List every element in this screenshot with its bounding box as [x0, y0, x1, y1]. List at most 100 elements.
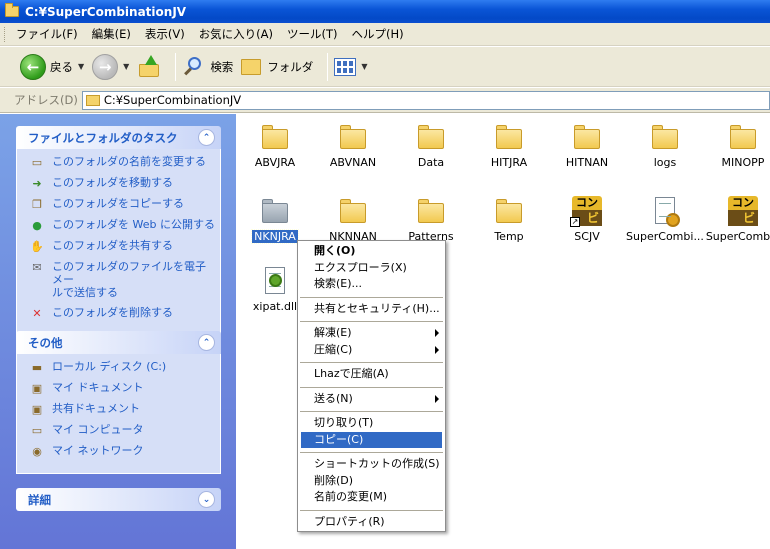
link-label: このフォルダの名前を変更する [52, 155, 206, 168]
views-dropdown-icon[interactable]: ▼ [361, 62, 367, 71]
menu-view[interactable]: 表示(V) [145, 26, 185, 42]
file-name: MINOPP [721, 156, 765, 169]
context-menu-item[interactable]: エクスプローラ(X) [298, 260, 445, 277]
settings-file-icon [650, 196, 680, 227]
file-item[interactable]: ABVJRA [236, 122, 314, 169]
shared-documents-icon: ▣ [31, 402, 43, 416]
menu-favorites[interactable]: お気に入り(A) [199, 26, 273, 42]
local-disk-icon: ▬ [31, 360, 43, 374]
task-link[interactable]: ● このフォルダを Web に公開する [29, 218, 216, 232]
back-dropdown-icon[interactable]: ▼ [78, 62, 84, 71]
file-item[interactable]: NKNNAN [314, 196, 392, 243]
context-menu-item[interactable]: コピー(C) [301, 431, 442, 448]
file-item[interactable]: SuperCombi... [626, 196, 704, 243]
other-places-panel: その他 ⌃ ▬ ローカル ディスク (C:) ▣ マイ ドキュメント ▣ 共有ドキュメント… [16, 331, 221, 474]
file-item[interactable]: ABVNAN [314, 122, 392, 169]
file-item[interactable]: Patterns [392, 196, 470, 243]
menu-item-label: 名前の変更(M) [314, 490, 388, 503]
file-item[interactable]: Temp [470, 196, 548, 243]
folder-icon [728, 122, 758, 152]
toolbar-separator [175, 52, 177, 81]
file-folder-tasks-header[interactable]: ファイルとフォルダのタスク ⌃ [16, 126, 221, 149]
menu-file[interactable]: ファイル(F) [16, 26, 78, 42]
context-menu-item[interactable]: 検索(E)... [298, 276, 445, 293]
task-pane: ファイルとフォルダのタスク ⌃ ▭ このフォルダの名前を変更する ➜ このフォルダを移… [0, 114, 236, 549]
folder-icon [5, 3, 19, 17]
folders-icon [241, 58, 262, 75]
menu-item-label: プロパティ(R) [314, 514, 385, 528]
menu-tools[interactable]: ツール(T) [287, 26, 338, 42]
file-item[interactable]: MINOPP [704, 122, 770, 169]
forward-button[interactable]: → ▼ [92, 53, 129, 80]
menu-separator [300, 362, 443, 363]
file-item[interactable]: コンビ ↗ SCJV [548, 196, 626, 243]
other-place-link[interactable]: ▬ ローカル ディスク (C:) [29, 360, 216, 374]
back-button[interactable]: ← 戻る ▼ [20, 53, 84, 80]
up-folder-button[interactable] [137, 54, 161, 79]
menu-help[interactable]: ヘルプ(H) [352, 26, 404, 42]
collapse-chevron-icon[interactable]: ⌃ [198, 129, 215, 146]
link-label: このフォルダを Web に公開する [52, 218, 215, 231]
file-name: SuperCombi... [626, 230, 704, 243]
other-place-link[interactable]: ▣ マイ ドキュメント [29, 381, 216, 395]
details-header[interactable]: 詳細 ⌄ [16, 488, 221, 511]
menu-item-label: 検索(E)... [314, 277, 363, 290]
file-item[interactable]: コンビ SuperCombin [704, 196, 770, 243]
menu-item-label: 共有とセキュリティ(H)... [314, 301, 440, 315]
task-link[interactable]: ✕ このフォルダを削除する [29, 306, 216, 320]
file-name: xipat.dll [252, 300, 298, 313]
folder-icon [260, 122, 290, 152]
search-button[interactable]: 検索 [182, 56, 233, 78]
views-button[interactable]: ▼ [334, 57, 367, 76]
address-input[interactable]: C:¥SuperCombinationJV [81, 90, 770, 110]
file-item[interactable]: logs [626, 122, 704, 169]
file-item[interactable]: HITJRA [470, 122, 548, 169]
menu-item-label: 開く(O) [314, 244, 356, 257]
context-menu-item[interactable]: 開く(O) [298, 243, 445, 260]
other-places-header[interactable]: その他 ⌃ [16, 331, 221, 354]
search-label: 検索 [210, 59, 234, 74]
context-menu-item[interactable]: 共有とセキュリティ(H)... [298, 301, 445, 318]
context-menu-item[interactable]: ショートカットの作成(S) [298, 456, 445, 473]
app-icon-text: コン [728, 196, 758, 210]
context-menu-item[interactable]: 圧縮(C) [298, 342, 445, 359]
file-name: NKNJRA [251, 229, 299, 244]
expand-chevron-icon[interactable]: ⌄ [198, 491, 215, 508]
link-label: ローカル ディスク (C:) [52, 360, 167, 373]
task-link[interactable]: ✉ このフォルダのファイルを電子メー ルで送信する [29, 260, 216, 299]
collapse-chevron-icon[interactable]: ⌃ [198, 334, 215, 351]
context-menu-item[interactable]: Lhazで圧縮(A) [298, 366, 445, 383]
file-name: Temp [494, 230, 524, 243]
context-menu: 開く(O) エクスプローラ(X) 検索(E)... 共有とセキュリティ(H)... 解凍… [297, 240, 446, 532]
other-place-link[interactable]: ▣ 共有ドキュメント [29, 402, 216, 416]
rename-icon: ▭ [31, 155, 43, 169]
file-name: logs [653, 156, 677, 169]
task-link[interactable]: ❐ このフォルダをコピーする [29, 197, 216, 211]
file-item[interactable]: NKNJRA [236, 196, 314, 244]
menu-item-label: 圧縮(C) [314, 342, 353, 356]
search-icon [182, 56, 204, 78]
task-link[interactable]: ▭ このフォルダの名前を変更する [29, 155, 216, 169]
file-item[interactable]: Data [392, 122, 470, 169]
window-title: C:¥SuperCombinationJV [25, 4, 187, 19]
menu-bar: ファイル(F) 編集(E) 表示(V) お気に入り(A) ツール(T) ヘルプ(… [0, 23, 770, 46]
address-bar: アドレス(D) C:¥SuperCombinationJV [0, 88, 770, 113]
context-menu-item[interactable]: 解凍(E) [298, 325, 445, 342]
context-menu-item[interactable]: 切り取り(T) [298, 415, 445, 432]
other-place-link[interactable]: ▭ マイ コンピュータ [29, 423, 216, 437]
link-label: マイ ドキュメント [52, 381, 144, 394]
other-place-link[interactable]: ◉ マイ ネットワーク [29, 444, 216, 458]
forward-dropdown-icon[interactable]: ▼ [123, 62, 129, 71]
file-name: Data [417, 156, 445, 169]
panel-title: ファイルとフォルダのタスク [28, 130, 178, 145]
context-menu-item[interactable]: 送る(N) [298, 391, 445, 408]
menu-edit[interactable]: 編集(E) [92, 26, 131, 42]
context-menu-item[interactable]: 削除(D) [298, 473, 445, 490]
task-link[interactable]: ✋ このフォルダを共有する [29, 239, 216, 253]
folders-button[interactable]: フォルダ [241, 58, 313, 75]
context-menu-item[interactable]: プロパティ(R) [298, 514, 445, 531]
task-link[interactable]: ➜ このフォルダを移動する [29, 176, 216, 190]
context-menu-item[interactable]: 名前の変更(M) [298, 489, 445, 506]
folder-icon [85, 94, 100, 106]
file-item[interactable]: HITNAN [548, 122, 626, 169]
